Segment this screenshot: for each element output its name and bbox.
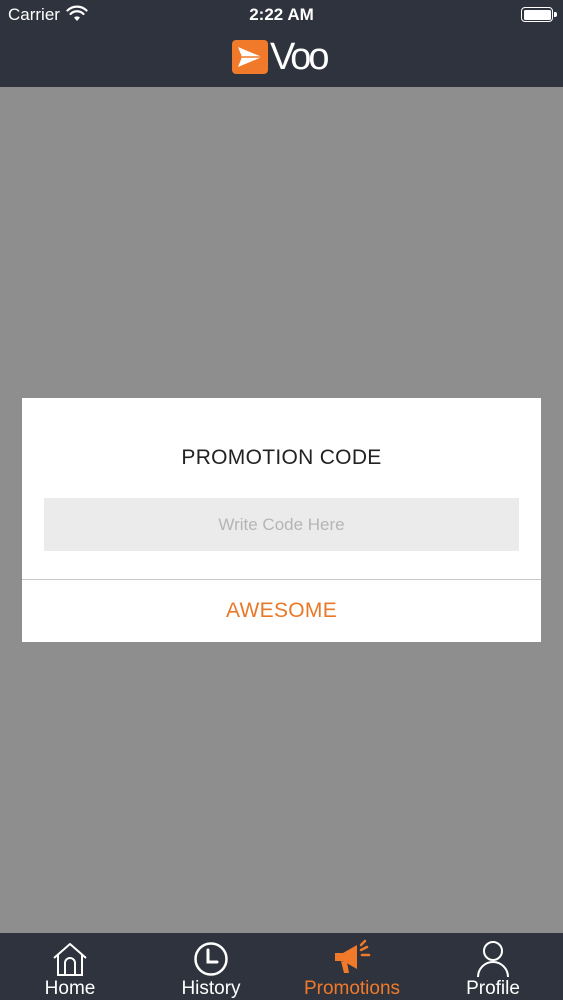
battery-icon [521,7,557,22]
paper-plane-icon [232,40,268,74]
tab-profile-label: Profile [466,978,520,999]
nav-bar: Voo [0,30,563,87]
clock-icon [194,942,228,976]
app-logo: Voo [232,36,332,78]
tab-bar: Home History Promotions Profile [0,933,563,1000]
tab-home-label: Home [44,978,96,999]
tab-profile[interactable]: Profile [423,933,563,1000]
tab-history-label: History [181,978,241,999]
promotion-code-dialog: PROMOTION CODE AWESOME [22,398,541,642]
awesome-button[interactable]: AWESOME [22,580,541,642]
tab-promotions-label: Promotions [303,978,401,999]
promo-code-input[interactable] [44,498,519,551]
person-icon [477,941,509,978]
status-bar: Carrier 2:22 AM [0,0,563,30]
dialog-title: PROMOTION CODE [181,446,382,469]
megaphone-icon [335,939,371,973]
tab-home[interactable]: Home [0,933,140,1000]
clock-time: 2:22 AM [249,5,314,24]
tab-promotions[interactable]: Promotions [282,933,422,1000]
home-icon [53,943,87,976]
tab-history[interactable]: History [141,933,281,1000]
logo-text: Voo [270,36,330,78]
